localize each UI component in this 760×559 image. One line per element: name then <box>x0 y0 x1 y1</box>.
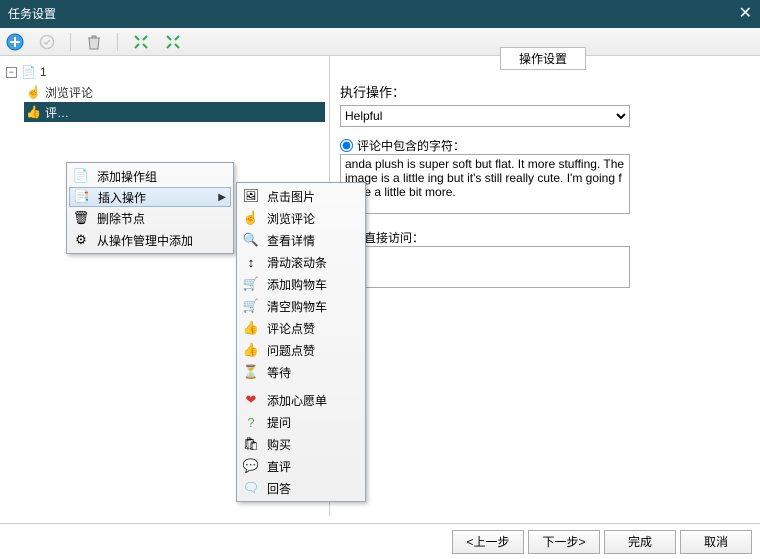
cm-label: 添加心愿单 <box>267 392 327 409</box>
window-title: 任务设置 <box>8 0 56 28</box>
like-icon: 👍 <box>26 105 41 119</box>
tree-item-label: 评… <box>45 104 69 121</box>
cm-buy[interactable]: 🛍 购买 <box>239 433 363 455</box>
contains-radio-row[interactable]: 评论中包含的字符： <box>340 137 750 154</box>
cancel-button[interactable]: 取消 <box>680 530 752 554</box>
done-button[interactable]: 完成 <box>604 530 676 554</box>
collapse-icon[interactable] <box>164 33 182 51</box>
cm-label: 直评 <box>267 458 291 475</box>
submenu-arrow-icon: ▶ <box>218 192 226 203</box>
pointer-icon: ☝ <box>26 85 41 99</box>
cm-label: 提问 <box>267 414 291 431</box>
cm-add-from-mgr[interactable]: ⚙ 从操作管理中添加 <box>69 229 231 251</box>
cm-label: 清空购物车 <box>267 298 327 315</box>
magnifier-icon: 🔍 <box>243 232 259 248</box>
cm-add-group[interactable]: 📄 添加操作组 <box>69 165 231 187</box>
cm-label: 删除节点 <box>97 210 145 227</box>
direct-visit-row: 链接直接访问： <box>340 229 750 246</box>
tree-item-browse[interactable]: ☝ 浏览评论 <box>24 82 325 102</box>
contains-label: 评论中包含的字符： <box>357 137 465 154</box>
tree-root-label: 1 <box>40 65 47 79</box>
context-menu-primary: 📄 添加操作组 📑 插入操作 ▶ 🗑 删除节点 ⚙ 从操作管理中添加 <box>66 162 234 254</box>
tree-item-label: 浏览评论 <box>45 84 93 101</box>
hourglass-icon: ⏳ <box>243 364 259 380</box>
context-menu-submenu: 🖼 点击图片 ☝ 浏览评论 🔍 查看详情 ↕ 滑动滚动条 🛒 添加购物车 🛒 清空购物车 👍… <box>236 182 366 502</box>
cm-label: 购买 <box>267 436 291 453</box>
cm-label: 添加购物车 <box>267 276 327 293</box>
delete-icon: 🗑 <box>73 210 89 226</box>
cm-ask[interactable]: ? 提问 <box>239 411 363 433</box>
add-group-icon: 📄 <box>73 168 89 184</box>
image-icon: 🖼 <box>243 188 259 204</box>
exec-op-select[interactable]: Helpful <box>340 105 630 127</box>
cm-view-detail[interactable]: 🔍 查看详情 <box>239 229 363 251</box>
next-button[interactable]: 下一步> <box>528 530 600 554</box>
tree-root[interactable]: − 📄 1 <box>4 62 325 82</box>
reply-icon: 🗨 <box>243 480 259 496</box>
cm-scroll[interactable]: ↕ 滑动滚动条 <box>239 251 363 273</box>
cm-label: 问题点赞 <box>267 342 315 359</box>
contains-textarea[interactable]: anda plush is super soft but flat. It mo… <box>340 154 630 214</box>
close-icon[interactable]: ✕ <box>739 0 752 28</box>
cm-label: 浏览评论 <box>267 210 315 227</box>
cart-add-icon: 🛒 <box>243 276 259 292</box>
cm-delete-node[interactable]: 🗑 删除节点 <box>69 207 231 229</box>
cm-click-img[interactable]: 🖼 点击图片 <box>239 185 363 207</box>
collapse-toggle-icon[interactable]: − <box>6 67 17 78</box>
cm-label: 滑动滚动条 <box>267 254 327 271</box>
disabled-icon <box>38 33 56 51</box>
tree-item-selected[interactable]: 👍 评… <box>24 102 325 122</box>
scroll-icon: ↕ <box>243 254 259 270</box>
cm-reply[interactable]: 🗨 回答 <box>239 477 363 499</box>
buy-icon: 🛍 <box>243 436 259 452</box>
cm-qa-like[interactable]: 👍 问题点赞 <box>239 339 363 361</box>
cm-wait[interactable]: ⏳ 等待 <box>239 361 363 383</box>
cm-label: 评论点赞 <box>267 320 315 337</box>
chat-icon: 💬 <box>243 458 259 474</box>
insert-icon: 📑 <box>74 189 90 205</box>
cm-label: 点击图片 <box>267 188 315 205</box>
direct-visit-textarea[interactable] <box>340 246 630 288</box>
cm-label: 添加操作组 <box>97 168 157 185</box>
gear-icon: ⚙ <box>73 232 89 248</box>
settings-tab: 操作设置 <box>500 47 586 70</box>
settings-panel: 操作设置 执行操作： Helpful 评论中包含的字符： anda plush … <box>330 56 760 516</box>
trash-icon[interactable] <box>85 33 103 51</box>
cm-clear-cart[interactable]: 🛒 清空购物车 <box>239 295 363 317</box>
heart-icon: ❤ <box>243 392 259 408</box>
tree-panel: − 📄 1 ☝ 浏览评论 👍 评… 📄 添加操作组 📑 插入操作 ▶ <box>0 56 330 516</box>
contains-radio[interactable] <box>340 139 353 152</box>
pointer-icon: ☝ <box>243 210 259 226</box>
cm-insert-op[interactable]: 📑 插入操作 ▶ <box>69 187 231 207</box>
expand-icon[interactable] <box>132 33 150 51</box>
cm-label: 回答 <box>267 480 291 497</box>
cm-review-like[interactable]: 👍 评论点赞 <box>239 317 363 339</box>
cm-label: 查看详情 <box>267 232 315 249</box>
add-icon[interactable] <box>6 33 24 51</box>
exec-op-label: 执行操作： <box>340 82 750 101</box>
cm-add-cart[interactable]: 🛒 添加购物车 <box>239 273 363 295</box>
prev-button[interactable]: <上一步 <box>452 530 524 554</box>
cm-browse-review[interactable]: ☝ 浏览评论 <box>239 207 363 229</box>
task-icon: 📄 <box>21 65 36 79</box>
cm-label: 从操作管理中添加 <box>97 232 193 249</box>
cm-label: 等待 <box>267 364 291 381</box>
toolbar <box>0 28 760 56</box>
question-icon: ? <box>243 414 259 430</box>
cm-direct-review[interactable]: 💬 直评 <box>239 455 363 477</box>
cm-add-wishlist[interactable]: ❤ 添加心愿单 <box>239 389 363 411</box>
thumbs-up-icon: 👍 <box>243 320 259 336</box>
titlebar: 任务设置 ✕ <box>0 0 760 28</box>
footer: <上一步 下一步> 完成 取消 <box>0 523 760 559</box>
cart-clear-icon: 🛒 <box>243 298 259 314</box>
cm-label: 插入操作 <box>98 189 146 206</box>
thumbs-up-dark-icon: 👍 <box>243 342 259 358</box>
